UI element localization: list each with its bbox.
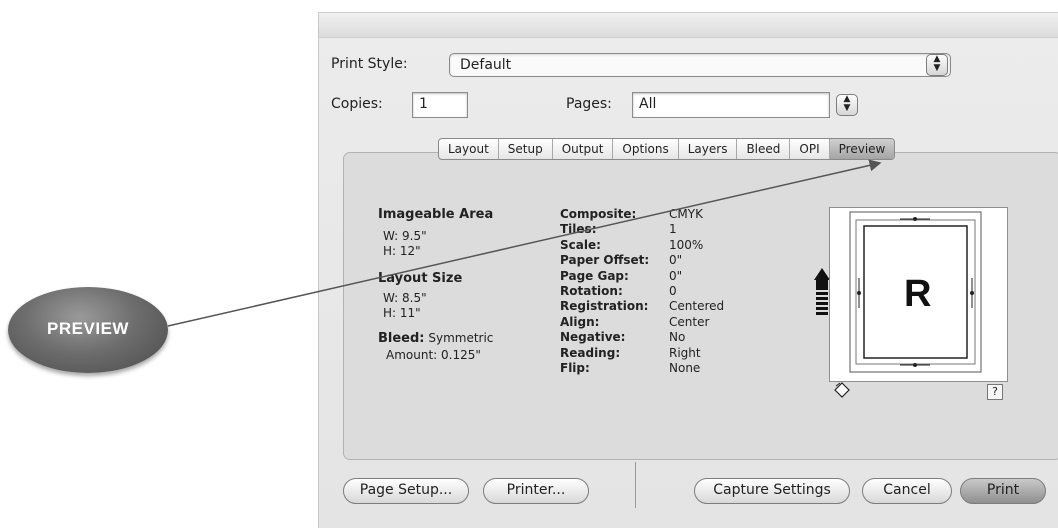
print-button[interactable]: Print xyxy=(960,478,1046,504)
detail-label: Page Gap: xyxy=(560,268,629,283)
imageable-area-w: W: 9.5" xyxy=(383,229,427,243)
detail-value: Right xyxy=(669,345,701,360)
detail-value: 0 xyxy=(669,284,677,299)
detail-value: None xyxy=(669,361,701,376)
detail-value: No xyxy=(669,330,686,345)
detail-value: Centered xyxy=(669,299,725,314)
layout-size-h: H: 11" xyxy=(383,306,421,320)
tab-output[interactable]: Output xyxy=(553,139,614,159)
bleed-value: Symmetric xyxy=(428,331,494,345)
imageable-area-h: H: 12" xyxy=(383,244,421,258)
tab-setup[interactable]: Setup xyxy=(499,139,553,159)
imageable-area-title: Imageable Area xyxy=(378,207,494,222)
details-values: CMYK 1 100% 0" 0" 0 Centered Center No R… xyxy=(669,207,724,376)
detail-label: Tiles: xyxy=(560,222,597,237)
bleed-amount: Amount: 0.125" xyxy=(386,348,481,362)
tab-bleed[interactable]: Bleed xyxy=(737,139,791,159)
detail-label: Negative: xyxy=(560,330,626,345)
detail-label: Scale: xyxy=(560,237,601,252)
preview-letter: R xyxy=(904,273,931,315)
detail-label: Flip: xyxy=(560,361,590,376)
detail-value: 1 xyxy=(669,222,677,237)
preview-callout: PREVIEW xyxy=(8,287,168,373)
detail-value: Center xyxy=(669,314,710,329)
detail-label: Paper Offset: xyxy=(560,253,650,268)
capture-settings-button[interactable]: Capture Settings xyxy=(694,478,850,504)
detail-label: Composite: xyxy=(560,207,637,221)
tab-layers[interactable]: Layers xyxy=(679,139,738,159)
tab-layout[interactable]: Layout xyxy=(439,139,499,159)
callout-label: PREVIEW xyxy=(47,319,129,338)
printer-button[interactable]: Printer... xyxy=(483,478,589,504)
page-preview: R xyxy=(829,207,1008,382)
detail-label: Registration: xyxy=(560,299,649,314)
page-preview-graphic: R xyxy=(849,211,982,373)
tab-bar: Layout Setup Output Options Layers Bleed… xyxy=(438,138,896,160)
help-icon[interactable]: ? xyxy=(987,384,1003,400)
layout-size-title: Layout Size xyxy=(378,271,463,286)
bleed-label: Bleed: xyxy=(378,331,425,346)
tab-preview[interactable]: Preview xyxy=(829,139,895,159)
detail-label: Align: xyxy=(560,314,600,329)
page-setup-button[interactable]: Page Setup... xyxy=(343,478,469,504)
detail-label: Rotation: xyxy=(560,284,623,299)
layout-size-w: W: 8.5" xyxy=(383,291,427,305)
detail-value: 0" xyxy=(669,253,683,268)
detail-value: 100% xyxy=(669,237,704,252)
detail-label: Reading: xyxy=(560,345,621,360)
detail-value: CMYK xyxy=(669,207,703,221)
cancel-button[interactable]: Cancel xyxy=(862,478,952,504)
detail-value: 0" xyxy=(669,268,683,283)
tab-options[interactable]: Options xyxy=(613,139,679,159)
button-separator xyxy=(635,462,636,508)
details-labels: Composite: Tiles: Scale: Paper Offset: P… xyxy=(560,207,649,376)
tab-opi[interactable]: OPI xyxy=(790,139,830,159)
